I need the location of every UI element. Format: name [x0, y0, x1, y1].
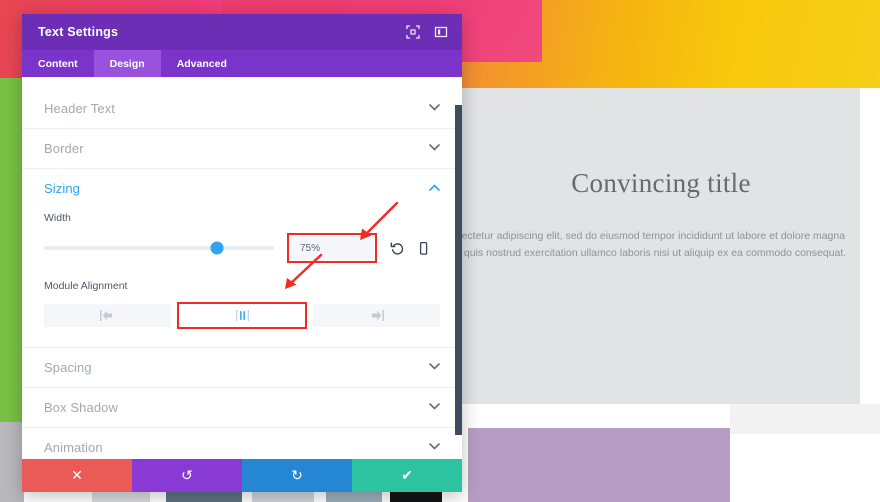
page-title: Convincing title: [571, 168, 751, 198]
undo-reset-icon[interactable]: [388, 239, 406, 257]
tab-content[interactable]: Content: [22, 50, 94, 77]
modal-scrollbar-thumb[interactable]: [455, 105, 462, 435]
page-text-module[interactable]: Convincing title Lorem ipsum dolor sit a…: [306, 88, 860, 404]
chevron-down-icon: [429, 363, 440, 372]
tab-advanced[interactable]: Advanced: [161, 50, 243, 77]
titlebar-icon-group: [406, 25, 448, 39]
modal-titlebar[interactable]: Text Settings: [22, 14, 462, 50]
section-header-text-label: Header Text: [44, 101, 115, 116]
sizing-content: Width 75% Module Alignment: [44, 208, 441, 347]
layout-split-icon[interactable]: [434, 25, 448, 39]
section-spacing-toggle[interactable]: Spacing: [44, 348, 440, 387]
cancel-button[interactable]: ✕: [22, 459, 132, 492]
modal-title: Text Settings: [38, 25, 119, 39]
section-border-toggle[interactable]: Border: [44, 129, 440, 168]
width-control-row: 75%: [44, 233, 440, 263]
text-settings-modal: Text Settings Content Design Advanced He…: [22, 14, 462, 492]
mobile-device-icon[interactable]: [414, 239, 432, 257]
tab-design[interactable]: Design: [93, 50, 161, 77]
module-alignment-group: [44, 302, 441, 329]
section-sizing-label: Sizing: [44, 181, 81, 196]
align-center-button[interactable]: [176, 302, 308, 329]
section-sizing: Sizing Width 75% Module Alignment: [22, 169, 462, 348]
section-box-shadow: Box Shadow: [22, 388, 462, 428]
width-value-wrap: 75%: [287, 233, 377, 263]
undo-button[interactable]: ↺: [132, 459, 242, 492]
section-border: Border: [22, 129, 462, 169]
page-left-gray-block: [0, 422, 24, 502]
section-header-text: Header Text: [22, 89, 462, 129]
chevron-down-icon: [429, 403, 440, 412]
width-label: Width: [44, 212, 71, 224]
section-animation-label: Animation: [44, 440, 103, 455]
chevron-down-icon: [429, 443, 440, 452]
redo-button[interactable]: ↻: [242, 459, 352, 492]
section-spacing: Spacing: [22, 348, 462, 388]
page-lower-strip: [730, 404, 880, 434]
section-sizing-toggle[interactable]: Sizing: [44, 169, 440, 208]
chevron-down-icon: [429, 104, 440, 113]
module-alignment-label: Module Alignment: [44, 280, 128, 292]
section-spacing-label: Spacing: [44, 360, 92, 375]
modal-scrollbar[interactable]: [455, 77, 462, 459]
chevron-up-icon: [429, 184, 440, 193]
section-header-text-toggle[interactable]: Header Text: [44, 89, 440, 128]
expand-icon[interactable]: [406, 25, 420, 39]
modal-body: Header Text Border Sizing Width 75% Modu…: [22, 77, 462, 459]
width-slider-handle[interactable]: [210, 241, 223, 255]
align-right-button[interactable]: [313, 304, 441, 327]
chevron-down-icon: [429, 144, 440, 153]
modal-footer: ✕ ↺ ↻ ✔: [22, 459, 462, 492]
section-animation: Animation: [22, 428, 462, 459]
page-left-green-strip: [0, 78, 22, 422]
settings-scroll-area: Header Text Border Sizing Width 75% Modu…: [22, 77, 462, 459]
section-border-label: Border: [44, 141, 84, 156]
section-box-shadow-toggle[interactable]: Box Shadow: [44, 388, 440, 427]
section-animation-toggle[interactable]: Animation: [44, 428, 440, 459]
section-box-shadow-label: Box Shadow: [44, 400, 118, 415]
align-left-button[interactable]: [44, 304, 171, 327]
save-button[interactable]: ✔: [352, 459, 462, 492]
modal-tab-bar: Content Design Advanced: [22, 50, 462, 77]
page-purple-block: [468, 428, 730, 502]
width-slider[interactable]: [44, 241, 274, 255]
width-input[interactable]: 75%: [290, 236, 374, 260]
